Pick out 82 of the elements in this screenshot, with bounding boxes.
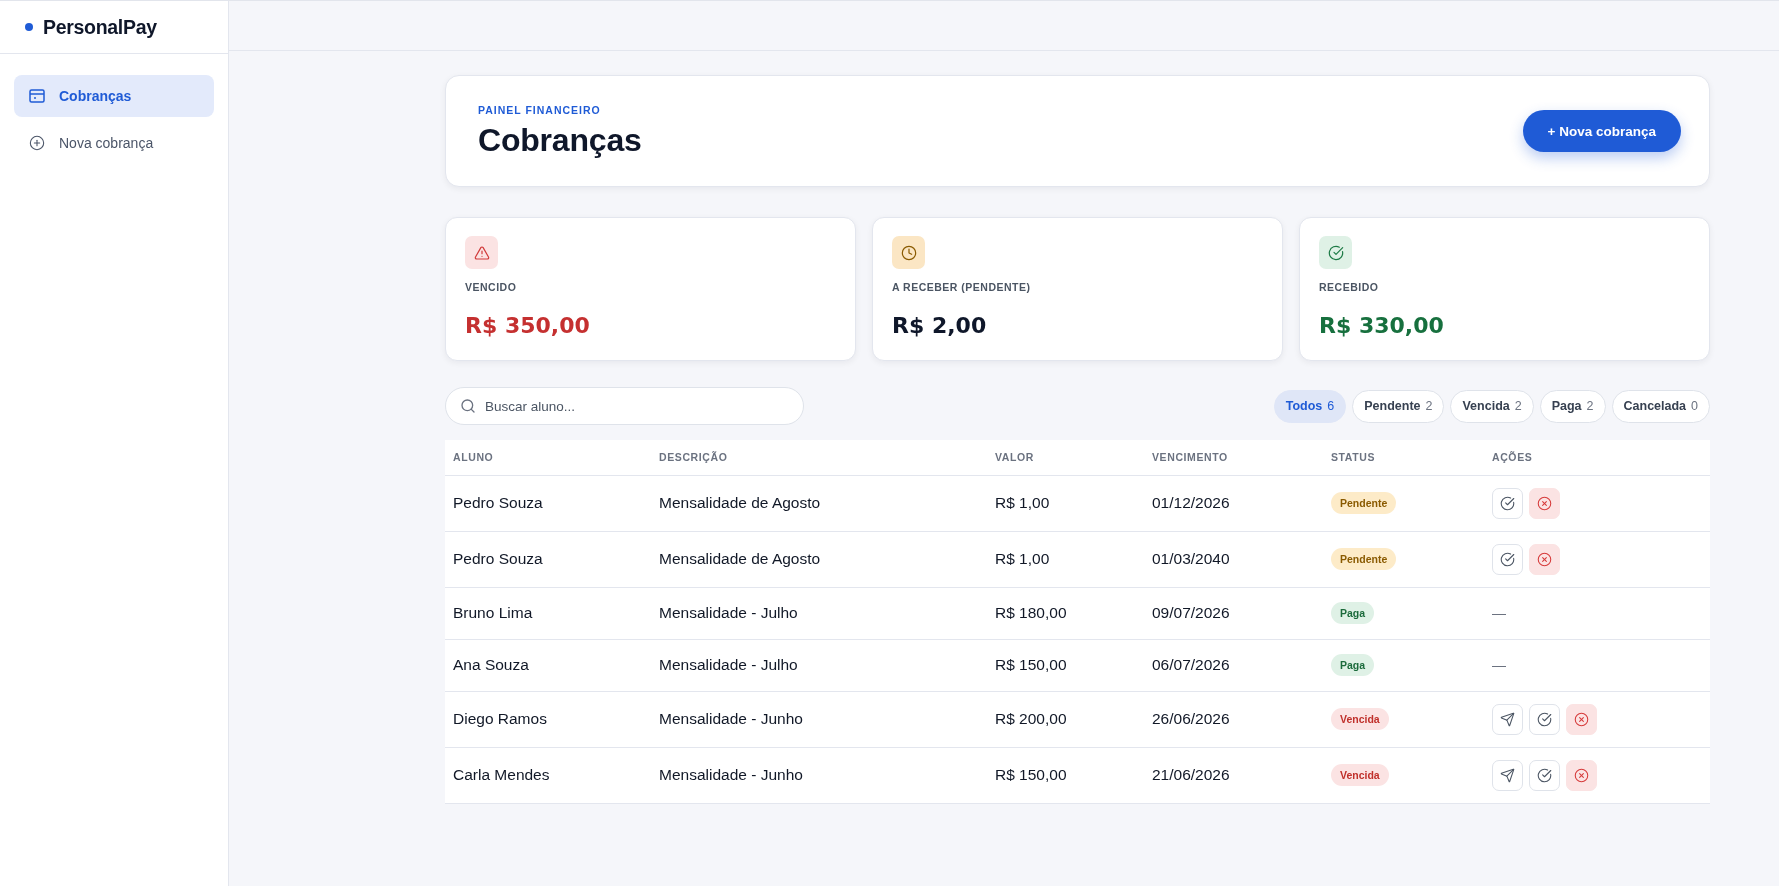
search-field[interactable]: Buscar aluno... xyxy=(445,387,804,425)
filter-chip[interactable]: Cancelada 0 xyxy=(1611,389,1710,423)
description-cell: Mensalidade - Junho xyxy=(651,691,987,747)
filter-chip[interactable]: Todos 6 xyxy=(1273,389,1347,423)
confirm-button[interactable] xyxy=(1492,487,1523,519)
no-actions-dash: — xyxy=(1492,657,1506,673)
close-circle-icon xyxy=(1574,767,1589,783)
due-date-cell: 01/12/2026 xyxy=(1144,475,1323,531)
close-circle-icon xyxy=(1537,551,1552,567)
due-date-cell: 09/07/2026 xyxy=(1144,587,1323,639)
check-circle-icon xyxy=(1537,767,1552,783)
amount-cell: R$ 1,00 xyxy=(987,475,1144,531)
confirm-button[interactable] xyxy=(1529,759,1560,791)
page-title: Cobranças xyxy=(478,121,642,159)
check-circle-icon xyxy=(1500,495,1515,511)
close-circle-icon xyxy=(1537,495,1552,511)
confirm-button[interactable] xyxy=(1492,543,1523,575)
nav-item[interactable]: Nova cobrança xyxy=(14,122,214,164)
amount-cell: R$ 1,00 xyxy=(987,531,1144,587)
cancel-button[interactable] xyxy=(1529,487,1560,519)
filter-chip[interactable]: Vencida 2 xyxy=(1450,389,1534,423)
filter-chip[interactable]: Paga 2 xyxy=(1539,389,1606,423)
warning-icon xyxy=(465,236,498,269)
column-header: STATUS xyxy=(1323,440,1484,475)
description-cell: Mensalidade - Julho xyxy=(651,587,987,639)
amount-cell: R$ 200,00 xyxy=(987,691,1144,747)
description-cell: Mensalidade - Junho xyxy=(651,747,987,803)
due-date-cell: 06/07/2026 xyxy=(1144,639,1323,691)
stat-label: A RECEBER (PENDENTE) xyxy=(892,281,1031,293)
column-header: AÇÕES xyxy=(1484,440,1710,475)
status-badge: Paga xyxy=(1331,602,1375,624)
stat-value: R$ 350,00 xyxy=(465,313,590,338)
close-circle-icon xyxy=(1574,711,1589,727)
due-date-cell: 21/06/2026 xyxy=(1144,747,1323,803)
column-header: ALUNO xyxy=(445,440,651,475)
status-badge: Paga xyxy=(1331,654,1375,676)
description-cell: Mensalidade de Agosto xyxy=(651,531,987,587)
status-badge: Vencida xyxy=(1331,708,1389,730)
cancel-button[interactable] xyxy=(1566,759,1597,791)
send-icon xyxy=(1500,767,1515,783)
confirm-button[interactable] xyxy=(1529,703,1560,735)
stat-value: R$ 2,00 xyxy=(892,313,987,338)
no-actions-dash: — xyxy=(1492,605,1506,621)
send-button[interactable] xyxy=(1492,703,1523,735)
check-circle-icon xyxy=(1500,551,1515,567)
brand-name: PersonalPay xyxy=(43,15,157,39)
stat-label: VENCIDO xyxy=(465,281,517,293)
clock-icon xyxy=(892,236,925,269)
search-icon xyxy=(460,398,476,414)
status-badge: Vencida xyxy=(1331,764,1389,786)
send-icon xyxy=(1500,711,1515,727)
due-date-cell: 26/06/2026 xyxy=(1144,691,1323,747)
send-button[interactable] xyxy=(1492,759,1523,791)
description-cell: Mensalidade - Julho xyxy=(651,639,987,691)
filter-chip[interactable]: Pendente 2 xyxy=(1352,389,1445,423)
status-badge: Pendente xyxy=(1331,492,1397,514)
stat-value: R$ 330,00 xyxy=(1319,313,1444,338)
student-cell: Bruno Lima xyxy=(445,587,651,639)
card-icon xyxy=(29,88,45,104)
amount-cell: R$ 150,00 xyxy=(987,747,1144,803)
cancel-button[interactable] xyxy=(1529,543,1560,575)
amount-cell: R$ 150,00 xyxy=(987,639,1144,691)
amount-cell: R$ 180,00 xyxy=(987,587,1144,639)
student-cell: Ana Souza xyxy=(445,639,651,691)
description-cell: Mensalidade de Agosto xyxy=(651,475,987,531)
column-header: DESCRIÇÃO xyxy=(651,440,987,475)
column-header: VALOR xyxy=(987,440,1144,475)
check-circle-icon xyxy=(1537,711,1552,727)
student-cell: Pedro Souza xyxy=(445,475,651,531)
cancel-button[interactable] xyxy=(1566,703,1597,735)
stat-label: RECEBIDO xyxy=(1319,281,1379,293)
student-cell: Diego Ramos xyxy=(445,691,651,747)
nav-item[interactable]: Cobranças xyxy=(14,75,214,117)
column-header: VENCIMENTO xyxy=(1144,440,1323,475)
new-charge-button[interactable]: + Nova cobrança xyxy=(1522,110,1681,152)
student-cell: Carla Mendes xyxy=(445,747,651,803)
plus-circle-icon xyxy=(29,135,45,151)
student-cell: Pedro Souza xyxy=(445,531,651,587)
status-badge: Pendente xyxy=(1331,548,1397,570)
due-date-cell: 01/03/2040 xyxy=(1144,531,1323,587)
page-eyebrow: PAINEL FINANCEIRO xyxy=(478,103,602,116)
brand-dot-icon xyxy=(25,23,33,31)
